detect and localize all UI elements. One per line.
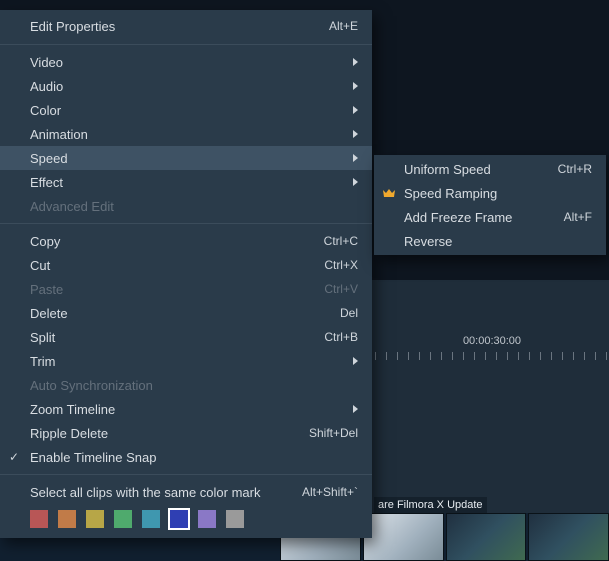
menu-animation[interactable]: Animation [0,122,372,146]
menu-shortcut: Ctrl+R [558,162,592,176]
speed-submenu[interactable]: Uniform Speed Ctrl+R Speed Ramping Add F… [374,155,606,255]
menu-copy[interactable]: Copy Ctrl+C [0,229,372,253]
menu-separator [0,474,372,475]
menu-label: Audio [30,79,345,94]
menu-separator [0,223,372,224]
premium-crown-icon [382,187,396,199]
clip-title: are Filmora X Update [374,497,487,513]
menu-label: Speed Ramping [404,186,592,201]
menu-video[interactable]: Video [0,50,372,74]
timeline-ticks [375,352,609,360]
submenu-arrow-icon [353,82,358,90]
menu-label: Delete [30,306,330,321]
submenu-speed-ramping[interactable]: Speed Ramping [374,181,606,205]
menu-split[interactable]: Split Ctrl+B [0,325,372,349]
submenu-arrow-icon [353,405,358,413]
menu-speed[interactable]: Speed [0,146,372,170]
color-swatch-blue[interactable] [170,510,188,528]
menu-label: Effect [30,175,345,190]
menu-edit-properties[interactable]: Edit Properties Alt+E [0,13,372,39]
color-swatch-orange[interactable] [58,510,76,528]
menu-delete[interactable]: Delete Del [0,301,372,325]
menu-label: Paste [30,282,314,297]
menu-paste: Paste Ctrl+V [0,277,372,301]
submenu-add-freeze-frame[interactable]: Add Freeze Frame Alt+F [374,205,606,229]
menu-shortcut: Shift+Del [309,426,358,440]
menu-shortcut: Ctrl+V [324,282,358,296]
menu-label: Ripple Delete [30,426,299,441]
menu-shortcut: Alt+E [329,19,358,33]
menu-label: Video [30,55,345,70]
menu-shortcut: Del [340,306,358,320]
menu-label: Auto Synchronization [30,378,358,393]
menu-label: Copy [30,234,314,249]
menu-label: Color [30,103,345,118]
menu-trim[interactable]: Trim [0,349,372,373]
color-swatch-gray[interactable] [226,510,244,528]
color-swatch-teal[interactable] [142,510,160,528]
submenu-uniform-speed[interactable]: Uniform Speed Ctrl+R [374,157,606,181]
menu-label: Add Freeze Frame [404,210,554,225]
submenu-arrow-icon [353,357,358,365]
submenu-arrow-icon [353,58,358,66]
color-swatch-green[interactable] [114,510,132,528]
menu-effect[interactable]: Effect [0,170,372,194]
menu-label: Trim [30,354,345,369]
color-swatch-olive[interactable] [86,510,104,528]
menu-cut[interactable]: Cut Ctrl+X [0,253,372,277]
thumbnail [528,513,609,561]
submenu-arrow-icon [353,106,358,114]
menu-shortcut: Alt+F [564,210,592,224]
context-menu[interactable]: Edit Properties Alt+E Video Audio Color … [0,10,372,538]
menu-label: Advanced Edit [30,199,358,214]
menu-color[interactable]: Color [0,98,372,122]
menu-label: Edit Properties [30,19,319,34]
menu-select-color-mark[interactable]: Select all clips with the same color mar… [0,480,372,504]
menu-enable-snap[interactable]: ✓ Enable Timeline Snap [0,445,372,469]
menu-shortcut: Alt+Shift+` [302,485,358,499]
color-swatch-red[interactable] [30,510,48,528]
color-swatch-purple[interactable] [198,510,216,528]
check-icon: ✓ [9,450,19,464]
menu-label: Cut [30,258,314,273]
menu-separator [0,44,372,45]
menu-advanced-edit: Advanced Edit [0,194,372,218]
menu-shortcut: Ctrl+X [324,258,358,272]
color-swatch-row [0,504,372,538]
thumbnail [446,513,527,561]
menu-label: Animation [30,127,345,142]
menu-label: Uniform Speed [404,162,548,177]
thumbnail [363,513,444,561]
submenu-arrow-icon [353,178,358,186]
menu-label: Reverse [404,234,592,249]
menu-auto-sync: Auto Synchronization [0,373,372,397]
menu-zoom-timeline[interactable]: Zoom Timeline [0,397,372,421]
menu-shortcut: Ctrl+C [324,234,358,248]
menu-shortcut: Ctrl+B [324,330,358,344]
submenu-arrow-icon [353,130,358,138]
menu-ripple-delete[interactable]: Ripple Delete Shift+Del [0,421,372,445]
submenu-reverse[interactable]: Reverse [374,229,606,253]
timeline-time-label: 00:00:30:00 [375,335,609,347]
menu-label: Split [30,330,314,345]
menu-label: Speed [30,151,345,166]
menu-label: Select all clips with the same color mar… [30,485,292,500]
submenu-arrow-icon [353,154,358,162]
menu-label: Enable Timeline Snap [30,450,358,465]
menu-audio[interactable]: Audio [0,74,372,98]
menu-label: Zoom Timeline [30,402,345,417]
